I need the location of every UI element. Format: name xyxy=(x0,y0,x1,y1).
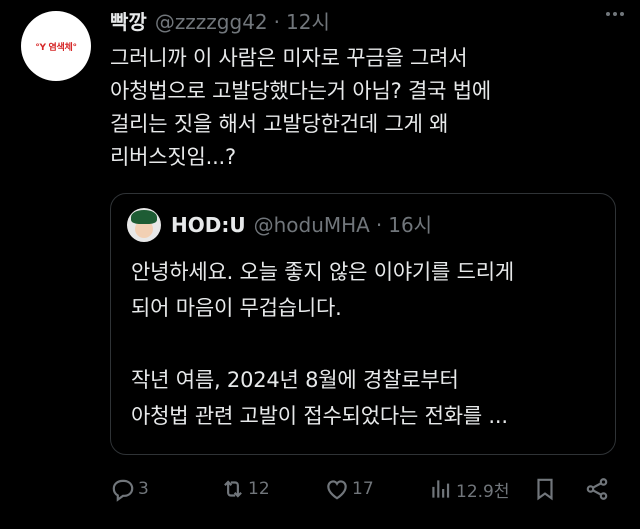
avatar[interactable]: °Y 염색체° xyxy=(21,11,91,81)
more-icon[interactable] xyxy=(606,12,624,16)
views-count: 12.9천 xyxy=(456,481,510,502)
reply-button[interactable]: 3 xyxy=(110,474,149,504)
quoted-author-name[interactable]: HOD:U xyxy=(171,208,246,242)
like-count: 17 xyxy=(352,479,374,499)
quoted-tweet-text: 안녕하세요. 오늘 좋지 않은 이야기를 드리게 되어 마음이 무겁습니다. 작… xyxy=(131,260,515,428)
tweet-content: 빡깡 @zzzzgg42 · 12시 그러니까 이 사람은 미자로 꾸금을 그려… xyxy=(110,8,624,174)
retweet-button[interactable]: 12 xyxy=(220,474,270,504)
timestamp[interactable]: 12시 xyxy=(286,8,330,36)
share-icon xyxy=(586,478,608,500)
author-handle[interactable]: @zzzzgg42 xyxy=(155,8,268,36)
separator-dot: · xyxy=(273,10,281,34)
retweet-icon xyxy=(224,480,242,498)
action-bar: 3 12 17 12.9천 xyxy=(110,474,620,504)
views-button[interactable]: 12.9천 xyxy=(428,474,510,504)
heart-icon xyxy=(327,480,347,500)
like-button[interactable]: 17 xyxy=(324,474,374,504)
retweet-count: 12 xyxy=(248,479,270,499)
views-icon xyxy=(432,480,450,498)
quoted-author-handle[interactable]: @hoduMHA xyxy=(254,208,370,242)
reply-icon xyxy=(112,479,134,502)
quoted-timestamp[interactable]: 16시 xyxy=(388,208,432,242)
quoted-tweet-header: HOD:U @hoduMHA · 16시 xyxy=(127,208,432,242)
reply-count: 3 xyxy=(138,479,149,499)
author-name[interactable]: 빡깡 xyxy=(110,8,147,36)
tweet-text: 그러니까 이 사람은 미자로 꾸금을 그려서 아청법으로 고발당했다는거 아님?… xyxy=(110,46,492,169)
quoted-avatar[interactable] xyxy=(127,208,161,242)
bookmark-button[interactable] xyxy=(532,474,558,504)
quoted-tweet[interactable]: HOD:U @hoduMHA · 16시 안녕하세요. 오늘 좋지 않은 이야기… xyxy=(110,193,616,455)
quoted-separator-dot: · xyxy=(375,213,383,237)
avatar-label: °Y 염색체° xyxy=(35,42,77,53)
tweet-header: 빡깡 @zzzzgg42 · 12시 xyxy=(110,8,624,36)
share-button[interactable] xyxy=(584,474,610,504)
bookmark-icon xyxy=(537,478,553,501)
